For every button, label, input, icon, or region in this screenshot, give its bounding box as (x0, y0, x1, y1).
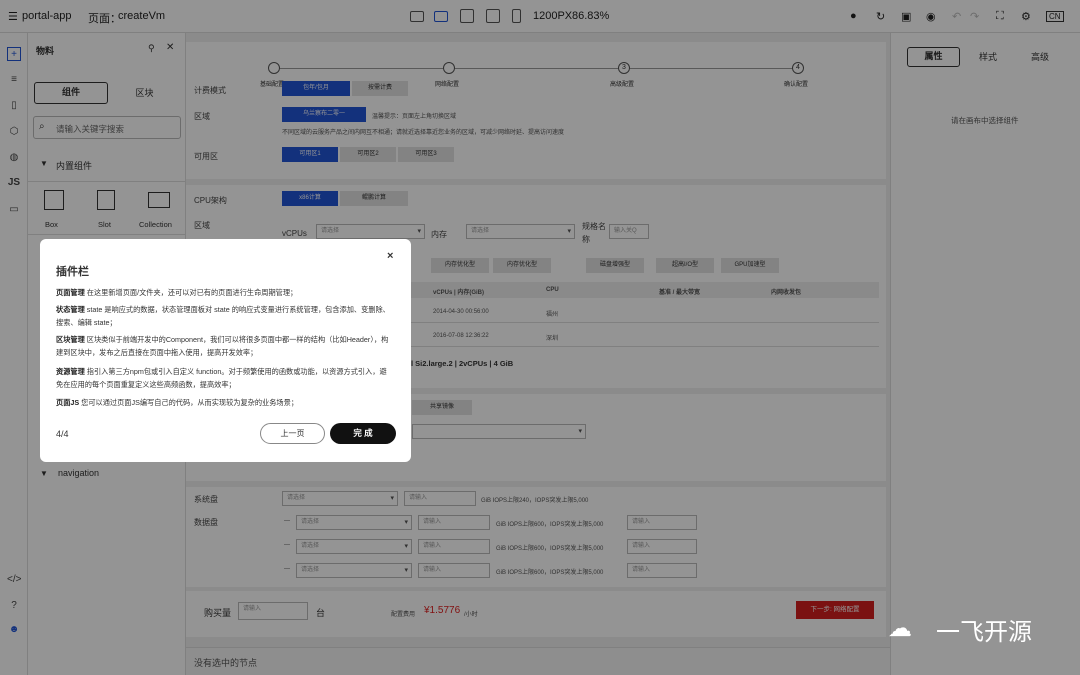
guide-item: 页面JS 您可以通过页面JS编写自己的代码，从而实现较为复杂的业务场景； (56, 398, 299, 407)
dialog-title: 插件栏 (56, 266, 89, 278)
watermark: ☁ 一飞开源 (888, 608, 1068, 648)
close-icon[interactable]: × (387, 250, 393, 262)
guide-item: 资源管理 指引入第三方npm包或引入自定义 function。对于频繁使用的函数… (56, 367, 387, 389)
watermark-text: 一飞开源 (936, 619, 1032, 646)
page-indicator: 4/4 (56, 429, 69, 439)
guide-item: 页面管理 在这里新增页面/文件夹，还可以对已有的页面进行生命周期管理； (56, 288, 298, 297)
wechat-icon: ☁ (888, 615, 912, 642)
done-button[interactable]: 完 成 (330, 423, 396, 444)
guide-item: 状态管理 state 是响应式的数据，状态管理面板对 state 的响应式变量进… (56, 305, 390, 327)
prev-button[interactable]: 上一页 (260, 423, 325, 444)
plugin-bar-guide-dialog: 插件栏 × 页面管理 在这里新增页面/文件夹，还可以对已有的页面进行生命周期管理… (40, 239, 411, 462)
guide-item: 区块管理 区块类似于前端开发中的Component，我们可以将很多页面中都一样的… (56, 335, 389, 357)
